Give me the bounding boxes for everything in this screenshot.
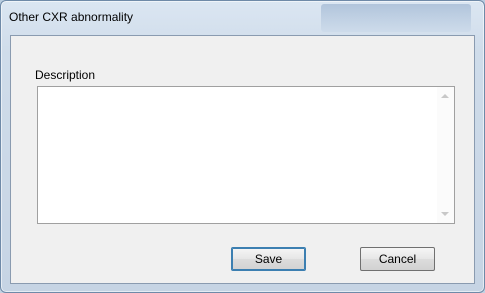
title-bar[interactable]: Other CXR abnormality <box>1 1 484 35</box>
save-button[interactable]: Save <box>231 247 306 271</box>
title-bar-glass <box>321 4 471 32</box>
description-textarea[interactable] <box>37 86 455 224</box>
dialog-client-area: Description Save Cancel <box>10 35 475 284</box>
cancel-button[interactable]: Cancel <box>360 247 435 271</box>
window-title: Other CXR abnormality <box>9 10 134 24</box>
description-label: Description <box>35 68 96 82</box>
dialog-window: Other CXR abnormality Description Save C… <box>0 0 485 293</box>
